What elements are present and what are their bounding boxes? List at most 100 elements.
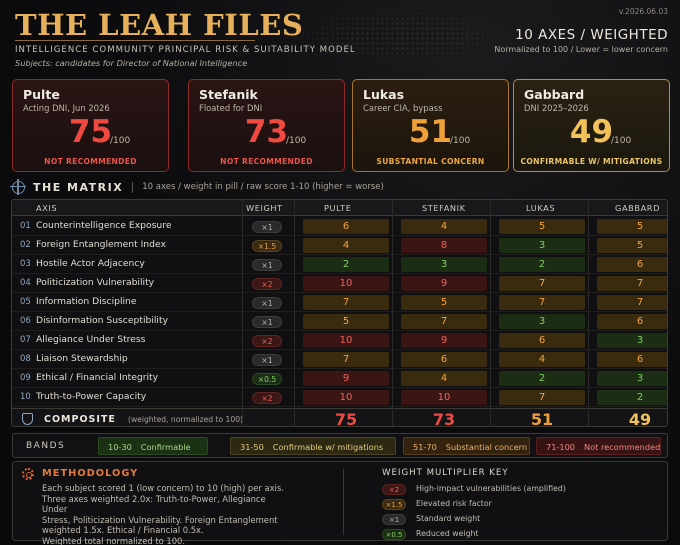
score-cell: 4: [401, 371, 487, 386]
weight-pill: ×2: [382, 484, 406, 495]
version-label: v.2026.06.03: [618, 7, 668, 16]
brand-underline: [15, 40, 255, 41]
score-cell: 4: [499, 352, 585, 367]
score-cell: 5: [303, 314, 389, 329]
score-cell: 6: [401, 352, 487, 367]
candidate-cards: Pulte Acting DNI, Jun 2026 75/100 NOT RECOM…: [12, 79, 670, 172]
candidate-role: Acting DNI, Jun 2026: [23, 103, 110, 113]
score-denominator: /100: [110, 136, 131, 146]
score-cell: 7: [499, 295, 585, 310]
band-range: 71-100: [546, 442, 576, 452]
weight-key-text: Standard weight: [416, 514, 481, 523]
matrix-title: THE MATRIX: [33, 180, 124, 194]
band-text: Substantial concern: [445, 442, 528, 452]
methodology-text: Each subject scored 1 (low concern) to 1…: [42, 483, 292, 545]
row-number: 06: [20, 316, 31, 326]
score-denominator: /100: [611, 136, 632, 146]
band-range: 31-50: [240, 442, 264, 452]
candidate-card: Pulte Acting DNI, Jun 2026 75/100 NOT RECOM…: [12, 79, 169, 172]
table-row: 05 Information Discipline ×1 7 5 7 7: [12, 293, 667, 312]
score-cell: 2: [597, 390, 667, 405]
table-row: 09 Ethical / Financial Integrity ×0.5 9 4 2 3: [12, 369, 667, 388]
band-range: 10-30: [108, 442, 132, 452]
table-row: 02 Foreign Entanglement Index ×1.5 4 8 3 5: [12, 236, 667, 255]
composite-score: 75: [334, 410, 358, 427]
gear-icon: [22, 468, 34, 480]
candidate-status: SUBSTANTIAL CONCERN: [376, 157, 485, 166]
matrix-header: THE MATRIX 10 axes / weight in pill / ra…: [10, 178, 384, 195]
bands-label: BANDS: [26, 441, 66, 451]
score-cell: 6: [303, 219, 389, 234]
methodology-line: Stress, Politicization Vulnerability. Fo…: [42, 514, 278, 525]
axis-label: Truth-to-Power Capacity: [36, 391, 147, 402]
band-range: 51-70: [413, 442, 437, 452]
composite-note: (weighted, normalized to 100): [128, 415, 243, 424]
score-cell: 10: [303, 333, 389, 348]
crosshair-icon: [10, 178, 26, 195]
shield-icon: [22, 413, 33, 425]
axis-label: Foreign Entanglement Index: [36, 239, 166, 250]
composite-score: 73: [432, 410, 456, 427]
methodology-line: Each subject scored 1 (low concern) to 1…: [42, 483, 284, 493]
band-text: Confirmable w/ mitigations: [272, 442, 384, 452]
header-subject: PULTE: [324, 203, 352, 213]
score-cell: 6: [597, 352, 667, 367]
score-cell: 7: [303, 352, 389, 367]
weight-pill: ×2: [252, 392, 282, 404]
score-cell: 3: [597, 371, 667, 386]
header-subject: GABBARD: [615, 203, 660, 213]
score-cell: 5: [499, 219, 585, 234]
score-cell: 2: [303, 257, 389, 272]
score-cell: 7: [499, 276, 585, 291]
weight-key-title: WEIGHT MULTIPLIER KEY: [382, 468, 509, 478]
candidate-status: CONFIRMABLE W/ MITIGATIONS: [520, 157, 663, 166]
world-map-graphic: [280, 6, 520, 66]
footer-panel: METHODOLOGY Each subject scored 1 (low c…: [12, 461, 668, 545]
band-item: 10-30 Confirmable: [98, 437, 208, 455]
matrix-table: AXIS WEIGHT PULTE STEFANIK LUKAS GABBARD…: [11, 199, 668, 427]
score-cell: 6: [597, 257, 667, 272]
weight-pill: ×1.5: [252, 240, 282, 252]
row-number: 02: [20, 240, 31, 250]
axes-title: 10 AXES / WEIGHTED: [515, 27, 668, 43]
score-cell: 5: [597, 219, 667, 234]
brand-title: THE LEAH FILES: [15, 8, 304, 42]
score-cell: 10: [303, 390, 389, 405]
score-cell: 2: [499, 371, 585, 386]
header-weight: WEIGHT: [246, 203, 283, 213]
axis-label: Ethical / Financial Integrity: [36, 372, 159, 383]
score-cell: 7: [401, 314, 487, 329]
table-row: 03 Hostile Actor Adjacency ×1 2 3 2 6: [12, 255, 667, 274]
candidate-score: 49: [569, 114, 614, 150]
band-item: 71-100 Not recommended: [536, 437, 661, 455]
candidate-score: 75: [68, 114, 113, 150]
divider: [343, 469, 344, 535]
score-cell: 7: [597, 295, 667, 310]
candidate-card: Gabbard DNI 2025–2026 49/100 CONFIRMABLE W/…: [513, 79, 670, 172]
candidate-name: Pulte: [23, 87, 60, 102]
band-item: 31-50 Confirmable w/ mitigations: [230, 437, 396, 455]
candidate-card: Lukas Career CIA, bypass 51/100 SUBSTANTIAL…: [352, 79, 509, 172]
header-axis: AXIS: [36, 203, 58, 213]
score-cell: 3: [499, 238, 585, 253]
band-item: 51-70 Substantial concern: [403, 437, 530, 455]
row-number: 05: [20, 297, 31, 307]
matrix-note: 10 axes / weight in pill / raw score 1-1…: [142, 182, 384, 192]
subjects-note: Subjects: candidates for Director of Nat…: [15, 58, 248, 68]
band-text: Confirmable: [140, 442, 191, 452]
table-row: 04 Politicization Vulnerability ×2 10 9 7 7: [12, 274, 667, 293]
row-number: 07: [20, 335, 31, 345]
score-cell: 2: [499, 257, 585, 272]
row-number: 08: [20, 354, 31, 364]
weight-pill: ×1.5: [382, 499, 406, 510]
subtitle: INTELLIGENCE COMMUNITY PRINCIPAL RISK & …: [15, 45, 356, 55]
axis-label: Hostile Actor Adjacency: [36, 258, 145, 269]
weight-pill: ×1: [252, 259, 282, 271]
candidate-status: NOT RECOMMENDED: [220, 157, 313, 166]
score-cell: 5: [597, 238, 667, 253]
score-denominator: /100: [450, 136, 471, 146]
table-row: 08 Liaison Stewardship ×1 7 6 4 6: [12, 350, 667, 369]
composite-score: 49: [628, 410, 652, 427]
matrix-header-row: AXIS WEIGHT PULTE STEFANIK LUKAS GABBARD: [12, 200, 667, 216]
score-cell: 3: [597, 333, 667, 348]
